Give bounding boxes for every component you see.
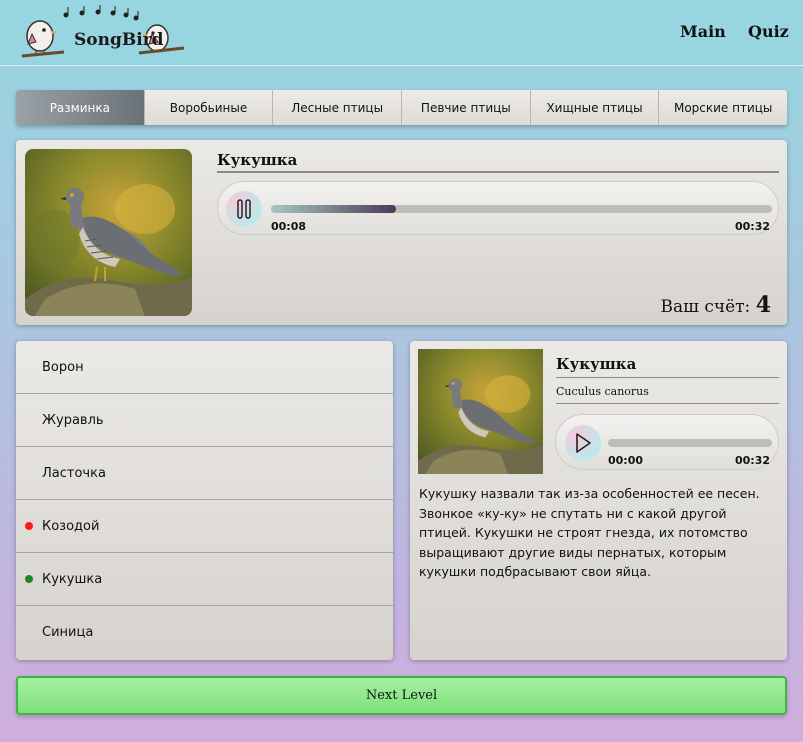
question-audio-player: 00:08 00:32 [217,181,779,235]
answer-option[interactable]: Козодой [16,500,393,553]
score-value: 4 [755,292,771,318]
info-audio-player: 00:00 00:32 [555,414,779,470]
tab-warmup[interactable]: Разминка [16,90,145,125]
tab-songbirds[interactable]: Певчие птицы [402,90,531,125]
nav-quiz-link[interactable]: Quiz [748,22,789,41]
score: Ваш счёт: 4 [660,292,771,318]
question-card: Кукушка 00:08 00:32 Ваш счёт: 4 [16,140,787,325]
score-label: Ваш счёт: [660,297,751,317]
header: SongBird Main Quiz [0,0,803,66]
pause-icon [237,199,251,219]
wrong-indicator-icon [25,522,33,530]
info-current-time: 00:00 [608,454,644,467]
answer-option[interactable]: Синица [16,606,393,659]
question-progress-fill [271,205,397,213]
answer-option[interactable]: Ворон [16,341,393,394]
correct-indicator-icon [25,575,33,583]
answer-option[interactable]: Кукушка [16,553,393,606]
answer-label: Ворон [42,359,84,375]
answers-list: Ворон Журавль Ласточка Козодой Кукушка С… [16,341,393,660]
info-duration: 00:32 [734,454,770,467]
question-bird-image [25,149,192,316]
question-progress-bar[interactable] [271,205,772,213]
answer-option[interactable]: Журавль [16,394,393,447]
play-button[interactable] [565,425,601,461]
answer-label: Кукушка [42,571,103,587]
info-description: Кукушку назвали так из-за особенностей е… [419,486,760,579]
tab-passerines[interactable]: Воробьиные [144,90,274,125]
info-progress-bar[interactable] [608,439,772,447]
info-bird-image [418,349,543,474]
pause-button[interactable] [226,191,262,227]
bird-info-card: Кукушка Cuculus canorus 00:00 00:32 Куку… [410,341,787,660]
songbird-logo[interactable]: SongBird [14,4,186,62]
category-tabs: Разминка Воробьиные Лесные птицы Певчие … [16,90,787,125]
answer-label: Козодой [42,518,100,534]
next-level-button[interactable]: Next Level [16,676,787,715]
play-icon [576,433,591,453]
tab-seabirds[interactable]: Морские птицы [659,90,787,125]
tab-forest-birds[interactable]: Лесные птицы [273,90,403,125]
answer-label: Журавль [42,412,104,428]
question-duration: 00:32 [734,220,770,233]
answer-label: Синица [42,625,94,640]
info-bird-name: Кукушка [556,355,779,378]
question-current-time: 00:08 [271,220,307,233]
answer-label: Ласточка [42,465,106,481]
tab-raptors[interactable]: Хищные птицы [530,90,660,125]
answer-option[interactable]: Ласточка [16,447,393,500]
info-latin-name: Cuculus canorus [556,385,779,404]
question-title: Кукушка [217,151,779,173]
logo-text: SongBird [74,30,164,50]
nav-main-link[interactable]: Main [680,22,726,41]
